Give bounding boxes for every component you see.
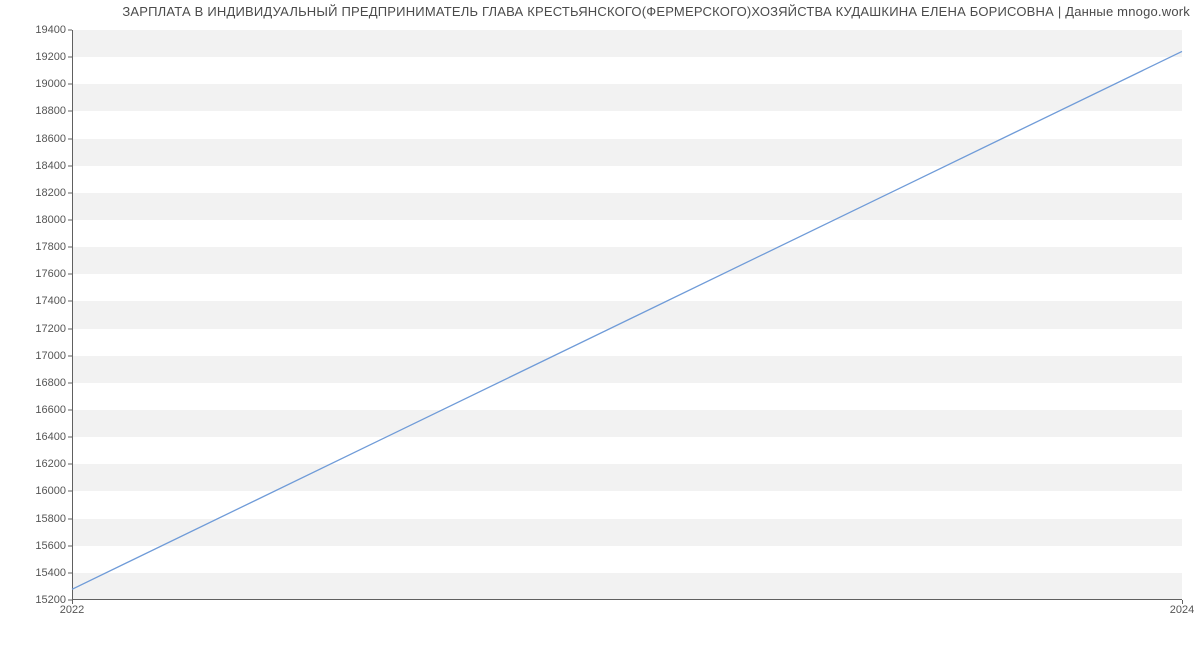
y-tick-mark	[68, 274, 72, 275]
y-tick-label: 17200	[6, 323, 66, 335]
y-tick-mark	[68, 84, 72, 85]
y-tick-label: 17000	[6, 350, 66, 362]
plot-area	[72, 30, 1182, 600]
y-tick-mark	[68, 57, 72, 58]
y-tick-mark	[68, 572, 72, 573]
y-tick-label: 16000	[6, 485, 66, 497]
y-tick-label: 15200	[6, 594, 66, 606]
series-line	[72, 51, 1182, 589]
y-tick-mark	[68, 410, 72, 411]
y-tick-mark	[68, 437, 72, 438]
y-tick-label: 16800	[6, 377, 66, 389]
x-tick-label: 2024	[1170, 604, 1194, 616]
y-tick-mark	[68, 192, 72, 193]
y-tick-label: 18400	[6, 160, 66, 172]
y-tick-mark	[68, 247, 72, 248]
y-tick-mark	[68, 111, 72, 112]
plot-inner	[72, 30, 1182, 600]
x-tick-label: 2022	[60, 604, 84, 616]
y-tick-mark	[68, 545, 72, 546]
y-tick-mark	[68, 518, 72, 519]
y-tick-mark	[68, 355, 72, 356]
y-tick-label: 18200	[6, 187, 66, 199]
y-tick-label: 17600	[6, 268, 66, 280]
y-tick-label: 18000	[6, 214, 66, 226]
y-tick-label: 15400	[6, 567, 66, 579]
y-tick-label: 19000	[6, 78, 66, 90]
y-tick-mark	[68, 30, 72, 31]
y-tick-mark	[68, 165, 72, 166]
x-tick-mark	[1182, 600, 1183, 604]
y-tick-mark	[68, 464, 72, 465]
y-tick-label: 19200	[6, 51, 66, 63]
y-tick-mark	[68, 301, 72, 302]
y-tick-label: 18600	[6, 133, 66, 145]
y-tick-mark	[68, 220, 72, 221]
x-tick-mark	[72, 600, 73, 604]
y-tick-mark	[68, 138, 72, 139]
y-tick-label: 16200	[6, 458, 66, 470]
y-tick-label: 17400	[6, 295, 66, 307]
y-tick-label: 17800	[6, 241, 66, 253]
chart-title: ЗАРПЛАТА В ИНДИВИДУАЛЬНЫЙ ПРЕДПРИНИМАТЕЛ…	[122, 4, 1190, 19]
y-tick-mark	[68, 382, 72, 383]
y-tick-label: 16400	[6, 431, 66, 443]
y-tick-mark	[68, 491, 72, 492]
y-tick-label: 18800	[6, 105, 66, 117]
y-tick-label: 19400	[6, 24, 66, 36]
y-tick-label: 16600	[6, 404, 66, 416]
y-tick-label: 15800	[6, 513, 66, 525]
y-tick-label: 15600	[6, 540, 66, 552]
chart-container: ЗАРПЛАТА В ИНДИВИДУАЛЬНЫЙ ПРЕДПРИНИМАТЕЛ…	[0, 0, 1200, 650]
line-series-svg	[72, 30, 1182, 600]
y-tick-mark	[68, 328, 72, 329]
